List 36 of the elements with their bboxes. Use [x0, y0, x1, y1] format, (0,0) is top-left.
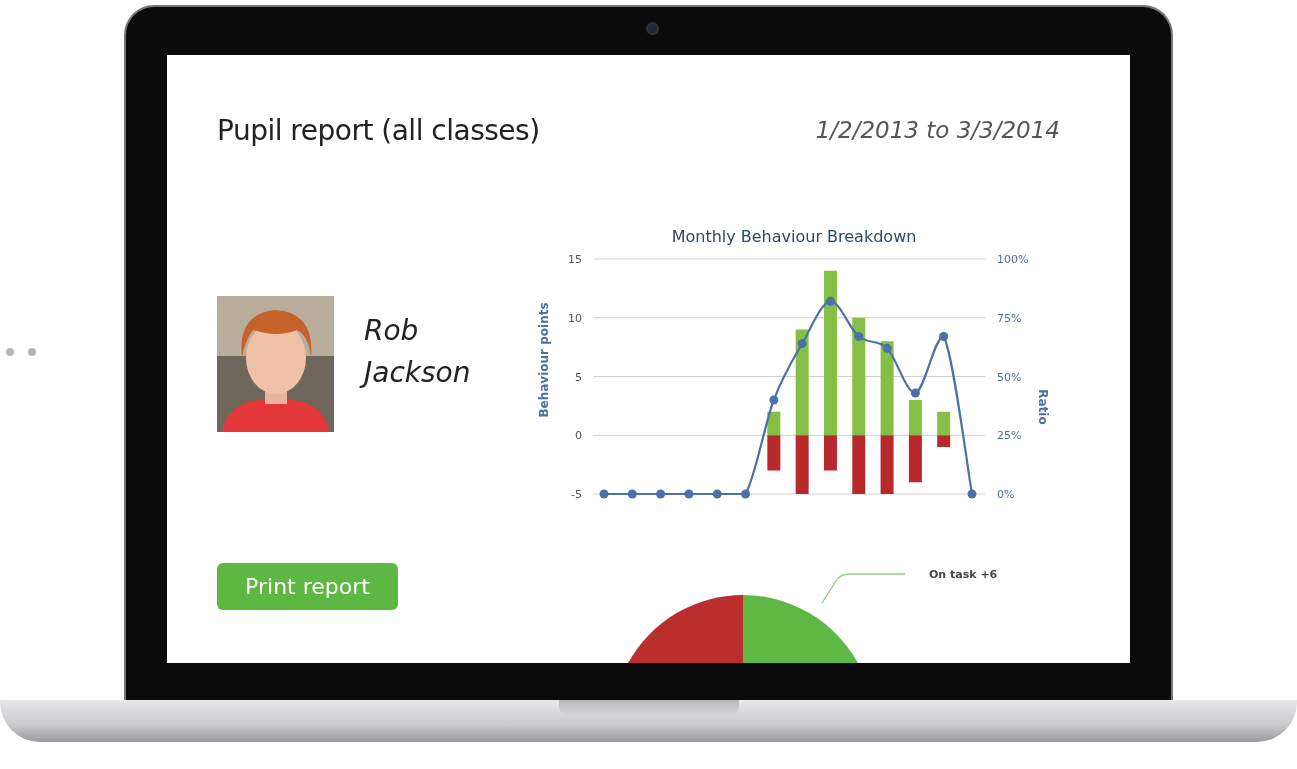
report-title: Pupil report (all classes) [217, 113, 540, 147]
axis-label: 50% [997, 370, 1022, 384]
data-point [882, 343, 892, 353]
axis-label: 0% [997, 488, 1015, 501]
date-range: 1/2/2013 to 3/3/2014 [815, 117, 1060, 143]
axis-label: 0 [575, 429, 582, 443]
data-point [684, 489, 694, 499]
data-point [967, 489, 977, 499]
data-point [769, 395, 779, 405]
slice-label: On task +6 [929, 568, 998, 581]
data-point [910, 388, 920, 398]
axis-label: -5 [571, 488, 582, 501]
axis-label: 25% [997, 429, 1022, 443]
chart-title: Monthly Behaviour Breakdown [671, 227, 917, 246]
axis-label: 75% [997, 311, 1022, 325]
data-point [712, 489, 722, 499]
dots-icon [6, 348, 38, 356]
axis-label: 5 [575, 370, 582, 384]
data-point [627, 489, 637, 499]
data-point [825, 296, 835, 306]
axis-label: 100% [997, 253, 1029, 266]
axis-label: 15 [568, 253, 582, 266]
data-point [599, 489, 609, 499]
axis-title: Ratio [1036, 389, 1050, 425]
pupil-name: Rob Jackson [358, 310, 510, 394]
axis-label: 10 [568, 311, 582, 325]
data-point [854, 332, 864, 342]
data-point [741, 489, 751, 499]
data-point [797, 339, 807, 349]
chart-bar [908, 400, 922, 436]
chart-bar [908, 435, 922, 483]
camera-icon [646, 22, 659, 35]
data-point [939, 332, 949, 342]
data-point [656, 489, 666, 499]
axis-title: Behaviour points [537, 302, 551, 418]
print-button[interactable]: Print report [217, 563, 398, 610]
